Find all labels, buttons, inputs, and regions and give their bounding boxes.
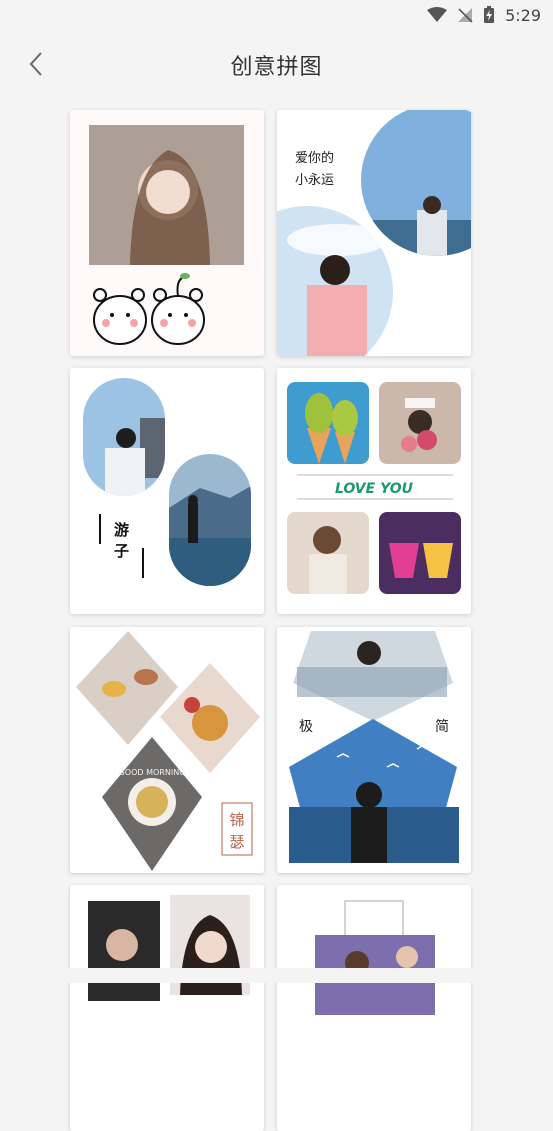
- bottom-edge: [0, 968, 553, 983]
- template-preview: [70, 110, 264, 356]
- template-preview: GOOD MORNING 锦 瑟: [70, 627, 264, 873]
- template-caption: 爱你的: [295, 150, 334, 166]
- template-caption: LOVE YOU: [335, 481, 414, 497]
- battery-charging-icon: [483, 6, 495, 24]
- app-header: 创意拼图: [0, 30, 553, 100]
- template-caption: 锦: [229, 811, 244, 829]
- template-card-8[interactable]: [277, 885, 471, 1131]
- status-bar: 5:29: [0, 0, 553, 30]
- template-card-6[interactable]: 极 简: [277, 627, 471, 873]
- template-card-7[interactable]: [70, 885, 264, 1131]
- template-card-4[interactable]: LOVE YOU: [277, 368, 471, 614]
- template-caption: 游: [114, 521, 129, 539]
- template-preview: 爱你的 小永运: [277, 110, 471, 356]
- template-preview: 游 子: [70, 368, 264, 614]
- no-signal-icon: [457, 7, 473, 23]
- template-card-2[interactable]: 爱你的 小永运: [277, 110, 471, 356]
- svg-text:瑟: 瑟: [229, 833, 244, 851]
- back-button[interactable]: [22, 48, 50, 80]
- chevron-left-icon: [29, 52, 42, 76]
- template-card-5[interactable]: GOOD MORNING 锦 瑟: [70, 627, 264, 873]
- status-time: 5:29: [505, 5, 541, 25]
- template-card-1[interactable]: [70, 110, 264, 356]
- template-caption-right: 简: [435, 718, 449, 735]
- template-card-3[interactable]: 游 子: [70, 368, 264, 614]
- template-preview: 极 简: [277, 627, 471, 873]
- template-preview: [70, 885, 264, 1131]
- svg-text:子: 子: [114, 542, 129, 560]
- template-preview: LOVE YOU: [277, 368, 471, 614]
- template-caption-left: 极: [299, 719, 313, 735]
- template-subcaption: GOOD MORNING: [119, 768, 186, 777]
- template-preview: [277, 885, 471, 1131]
- wifi-icon: [427, 7, 448, 23]
- svg-text:小永运: 小永运: [295, 173, 334, 188]
- page-title: 创意拼图: [230, 55, 323, 80]
